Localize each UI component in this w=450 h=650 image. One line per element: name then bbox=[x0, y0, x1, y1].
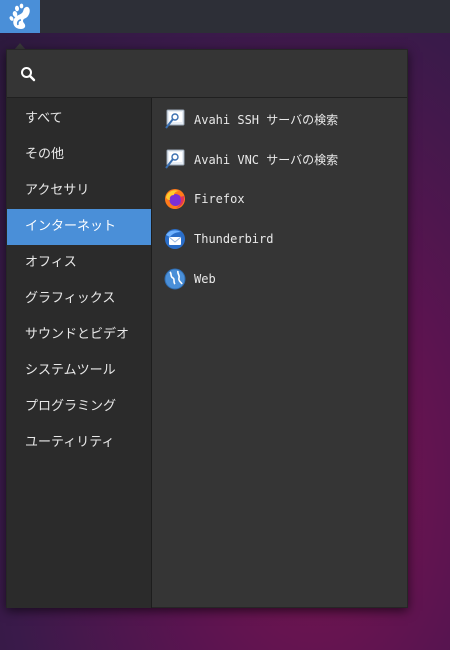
app-label: Avahi VNC サーバの検索 bbox=[194, 152, 339, 167]
top-panel bbox=[0, 0, 450, 33]
category-label: サウンドとビデオ bbox=[25, 327, 130, 342]
category-label: すべて bbox=[25, 111, 63, 126]
gnome-foot-icon bbox=[9, 3, 30, 29]
category-label: ユーティリティ bbox=[25, 435, 115, 450]
search-input[interactable] bbox=[47, 60, 401, 90]
applications-menu-button[interactable] bbox=[0, 0, 40, 33]
category-list: すべて その他 アクセサリ インターネット オフィス グラフィックス サウンドと… bbox=[7, 98, 152, 608]
category-all[interactable]: すべて bbox=[7, 101, 151, 137]
category-system-tools[interactable]: システムツール bbox=[7, 353, 151, 389]
app-item-thunderbird[interactable]: Thunderbird bbox=[152, 219, 407, 259]
search-bar bbox=[7, 50, 407, 98]
category-label: プログラミング bbox=[25, 399, 117, 414]
category-office[interactable]: オフィス bbox=[7, 245, 151, 281]
category-label: その他 bbox=[25, 147, 65, 162]
app-item-avahi-vnc[interactable]: Avahi VNC サーバの検索 bbox=[152, 139, 407, 179]
category-utilities[interactable]: ユーティリティ bbox=[7, 425, 151, 461]
category-label: システムツール bbox=[25, 363, 116, 378]
app-item-firefox[interactable]: Firefox bbox=[152, 179, 407, 219]
search-icon bbox=[21, 67, 36, 82]
category-internet[interactable]: インターネット bbox=[7, 209, 151, 245]
app-item-avahi-ssh[interactable]: Avahi SSH サーバの検索 bbox=[152, 99, 407, 139]
category-graphics[interactable]: グラフィックス bbox=[7, 281, 151, 317]
web-browser-icon bbox=[164, 268, 186, 290]
network-search-icon bbox=[165, 109, 185, 129]
app-label: Avahi SSH サーバの検索 bbox=[194, 112, 339, 127]
category-label: グラフィックス bbox=[25, 291, 116, 306]
thunderbird-icon bbox=[165, 229, 185, 249]
category-label: アクセサリ bbox=[25, 183, 90, 198]
app-item-web[interactable]: Web bbox=[152, 259, 407, 299]
firefox-icon bbox=[165, 189, 185, 209]
category-accessories[interactable]: アクセサリ bbox=[7, 173, 151, 209]
app-label: Thunderbird bbox=[194, 232, 274, 246]
network-search-icon bbox=[165, 149, 185, 169]
category-programming[interactable]: プログラミング bbox=[7, 389, 151, 425]
app-label: Firefox bbox=[194, 192, 245, 206]
app-list: Avahi SSH サーバの検索 Avahi VNC サーバの検索 Firefo… bbox=[152, 98, 407, 609]
category-other[interactable]: その他 bbox=[7, 137, 151, 173]
category-label: インターネット bbox=[25, 219, 117, 234]
category-label: オフィス bbox=[25, 255, 77, 270]
applications-menu: すべて その他 アクセサリ インターネット オフィス グラフィックス サウンドと… bbox=[6, 49, 408, 608]
category-sound-video[interactable]: サウンドとビデオ bbox=[7, 317, 151, 353]
app-label: Web bbox=[194, 272, 216, 286]
